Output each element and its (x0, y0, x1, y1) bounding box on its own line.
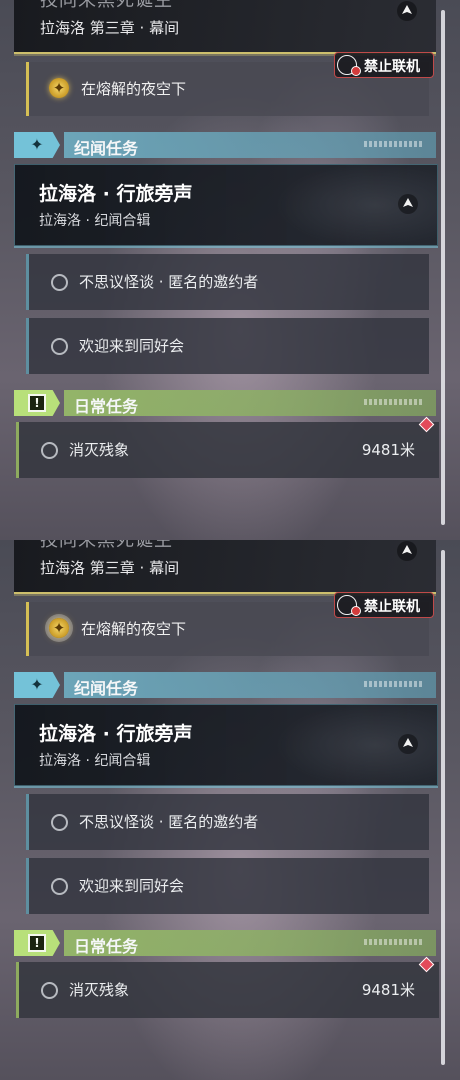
story-section-header: ✦ 纪闻任务 (14, 672, 436, 698)
header-decoration (364, 399, 424, 405)
quest-panel-1: 技同来黑死诞生 拉海洛 第三章 · 幕间 ✦ 在熔解的夜空下 禁止联机 ✦ 纪闻… (0, 0, 460, 540)
unchecked-circle-icon (41, 982, 58, 999)
story-section-title: 纪闻任务 (74, 139, 139, 158)
ban-dot-icon (351, 606, 361, 616)
chapter-card[interactable]: 技同来黑死诞生 拉海洛 第三章 · 幕间 (14, 0, 436, 54)
daily-quest-row[interactable]: 消灭残象 9481米 (16, 962, 439, 1018)
distance-label: 9481米 (361, 981, 415, 999)
unchecked-circle-icon (51, 274, 68, 291)
header-decoration (364, 939, 424, 945)
sub-quest-label: 欢迎来到同好会 (79, 877, 185, 895)
daily-quest-row[interactable]: 消灭残象 9481米 (16, 422, 439, 478)
chapter-card[interactable]: 技同来黑死诞生 拉海洛 第三章 · 幕间 (14, 540, 436, 594)
unchecked-circle-icon (51, 338, 68, 355)
navigation-arrow-icon[interactable] (397, 733, 419, 755)
exclamation-square-icon: ! (28, 394, 46, 412)
four-point-star-icon: ✦ (30, 675, 44, 694)
unchecked-circle-icon (51, 814, 68, 831)
navigation-arrow-icon[interactable] (396, 0, 418, 22)
daily-section-title: 日常任务 (74, 397, 139, 416)
no-online-badge: 禁止联机 (334, 592, 434, 618)
sub-quest-label: 不思议怪谈 · 匿名的邀约者 (79, 273, 259, 291)
chapter-subtitle: 拉海洛 第三章 · 幕间 (40, 19, 180, 37)
story-quest-card[interactable]: 拉海洛 · 行旅旁声 拉海洛 · 纪闻合辑 (14, 704, 438, 786)
story-card-subtitle: 拉海洛 · 纪闻合辑 (39, 213, 151, 229)
story-quest-card[interactable]: 拉海洛 · 行旅旁声 拉海洛 · 纪闻合辑 (14, 164, 438, 246)
story-section-title: 纪闻任务 (74, 679, 139, 698)
header-decoration (364, 141, 424, 147)
scrollbar[interactable] (441, 550, 445, 1065)
chapter-subtitle: 拉海洛 第三章 · 幕间 (40, 559, 180, 577)
sub-quest-label: 不思议怪谈 · 匿名的邀约者 (79, 813, 259, 831)
sub-quest-row[interactable]: 欢迎来到同好会 (26, 858, 429, 914)
sub-quest-label: 欢迎来到同好会 (79, 337, 185, 355)
daily-quest-label: 消灭残象 (69, 981, 130, 999)
story-section-header: ✦ 纪闻任务 (14, 132, 436, 158)
sub-quest-row[interactable]: 不思议怪谈 · 匿名的邀约者 (26, 794, 429, 850)
story-card-subtitle: 拉海洛 · 纪闻合辑 (39, 753, 151, 769)
no-online-badge: 禁止联机 (334, 52, 434, 78)
daily-section-header: ! 日常任务 (14, 930, 436, 956)
daily-badge: ! (14, 390, 60, 416)
no-online-label: 禁止联机 (364, 59, 420, 75)
exclamation-square-icon: ! (28, 934, 46, 952)
daily-quest-label: 消灭残象 (69, 441, 130, 459)
compass-star-icon: ✦ (49, 618, 69, 638)
distance-label: 9481米 (361, 441, 415, 459)
story-badge: ✦ (14, 672, 60, 698)
navigation-arrow-icon[interactable] (396, 540, 418, 562)
daily-section-title: 日常任务 (74, 937, 139, 956)
navigation-arrow-icon[interactable] (397, 193, 419, 215)
chapter-title-cut: 技同来黑死诞生 (40, 540, 173, 551)
story-card-title: 拉海洛 · 行旅旁声 (39, 723, 193, 745)
no-online-label: 禁止联机 (364, 599, 420, 615)
current-quest-label: 在熔解的夜空下 (81, 80, 187, 98)
daily-badge: ! (14, 930, 60, 956)
sub-quest-row[interactable]: 欢迎来到同好会 (26, 318, 429, 374)
daily-section-header: ! 日常任务 (14, 390, 436, 416)
story-badge: ✦ (14, 132, 60, 158)
unchecked-circle-icon (51, 878, 68, 895)
sub-quest-row[interactable]: 不思议怪谈 · 匿名的邀约者 (26, 254, 429, 310)
unchecked-circle-icon (41, 442, 58, 459)
chapter-title-cut: 技同来黑死诞生 (40, 0, 173, 11)
scrollbar[interactable] (441, 10, 445, 525)
story-card-title: 拉海洛 · 行旅旁声 (39, 183, 193, 205)
quest-panel-2: 技同来黑死诞生 拉海洛 第三章 · 幕间 ✦ 在熔解的夜空下 禁止联机 ✦ 纪闻… (0, 540, 460, 1080)
compass-star-icon: ✦ (49, 78, 69, 98)
header-decoration (364, 681, 424, 687)
current-quest-label: 在熔解的夜空下 (81, 620, 187, 638)
four-point-star-icon: ✦ (30, 135, 44, 154)
ban-dot-icon (351, 66, 361, 76)
